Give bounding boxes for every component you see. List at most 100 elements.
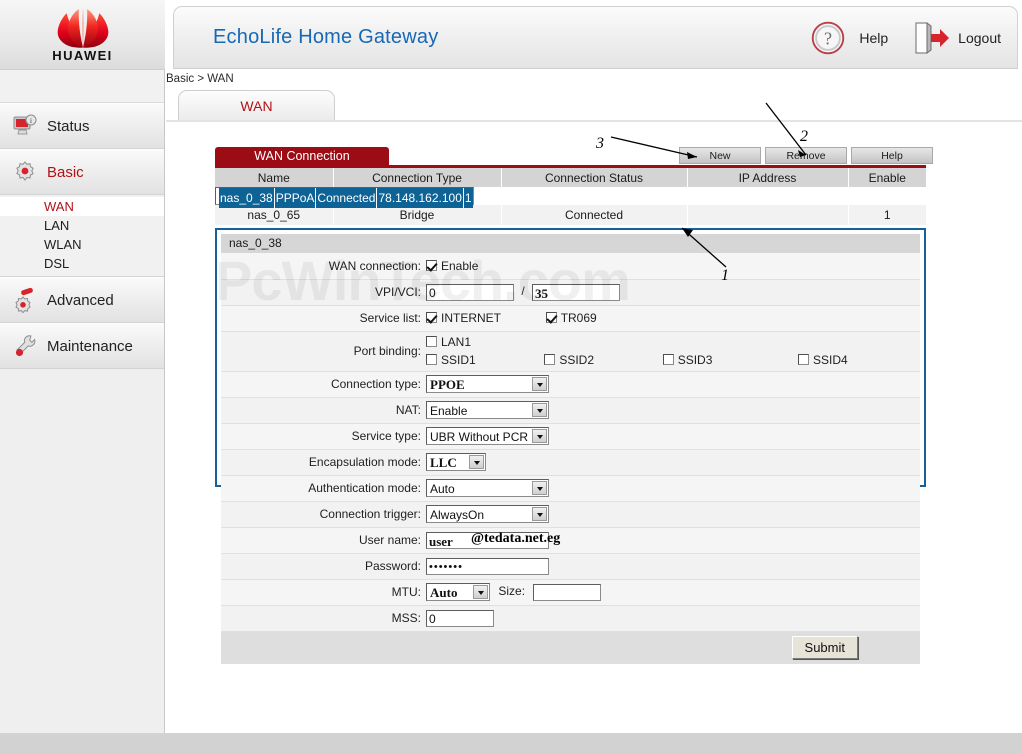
- vci-input[interactable]: 35: [532, 284, 620, 301]
- service-tr069-checkbox[interactable]: [546, 312, 557, 323]
- port-binding-ssid1-label: SSID1: [441, 353, 476, 367]
- sidebar-item-status[interactable]: i Status: [0, 103, 164, 149]
- svg-text:?: ?: [824, 28, 832, 48]
- svg-text:i: i: [30, 117, 32, 125]
- label-password: Password:: [221, 553, 426, 579]
- sidebar-item-maintenance[interactable]: Maintenance: [0, 323, 164, 369]
- nat-select[interactable]: Enable: [426, 401, 549, 419]
- cell-connection-status: Connected: [501, 205, 687, 225]
- chevron-down-icon[interactable]: [469, 455, 484, 469]
- label-service-list: Service list:: [221, 305, 426, 331]
- service-type-select[interactable]: UBR Without PCR: [426, 427, 549, 445]
- service-internet-label: INTERNET: [441, 311, 501, 325]
- row-connection-trigger: Connection trigger: AlwaysOn: [221, 501, 920, 527]
- chevron-down-icon[interactable]: [532, 507, 547, 521]
- sidebar-item-advanced[interactable]: Advanced: [0, 277, 164, 323]
- row-nat: NAT: Enable: [221, 397, 920, 423]
- port-binding-ssid2-checkbox[interactable]: [544, 354, 555, 365]
- label-vpi-vci: VPI/VCI:: [221, 279, 426, 305]
- connection-trigger-select[interactable]: AlwaysOn: [426, 505, 549, 523]
- sidebar-subitem-dsl[interactable]: DSL: [0, 254, 164, 273]
- label-service-type: Service type:: [221, 423, 426, 449]
- cell-enable: 1: [848, 205, 926, 225]
- chevron-down-icon[interactable]: [473, 585, 488, 599]
- mss-input[interactable]: 0: [426, 610, 494, 627]
- table-row[interactable]: nas_0_38 PPPoA Connected 78.148.162.100 …: [215, 187, 474, 205]
- label-encapsulation-mode: Encapsulation mode:: [221, 449, 426, 475]
- service-internet-checkbox[interactable]: [426, 312, 437, 323]
- password-input[interactable]: •••••••: [426, 558, 549, 575]
- service-tr069-label: TR069: [561, 311, 597, 325]
- connection-type-select[interactable]: PPOE: [426, 375, 549, 393]
- sidebar-basic-submenu: WAN LAN WLAN DSL: [0, 195, 164, 277]
- label-connection-type: Connection type:: [221, 371, 426, 397]
- port-binding-lan1-label: LAN1: [441, 335, 471, 349]
- sidebar-item-status-label: Status: [47, 118, 90, 135]
- connection-type-value: PPOE: [430, 377, 465, 392]
- row-service-type: Service type: UBR Without PCR: [221, 423, 920, 449]
- label-port-binding: Port binding:: [221, 331, 426, 371]
- row-authentication-mode: Authentication mode: Auto: [221, 475, 920, 501]
- sidebar-subitem-wan[interactable]: WAN: [0, 197, 164, 216]
- cell-connection-status: Connected: [316, 188, 377, 208]
- service-type-value: UBR Without PCR: [430, 430, 528, 444]
- vpi-input[interactable]: 0: [426, 284, 514, 301]
- wan-connection-enable-checkbox[interactable]: [426, 260, 437, 271]
- remove-button[interactable]: Remove: [765, 147, 847, 164]
- row-mtu: MTU: Auto Size:: [221, 579, 920, 605]
- authentication-mode-value: Auto: [430, 482, 455, 496]
- sidebar-item-advanced-label: Advanced: [47, 292, 114, 309]
- port-binding-ssid4-checkbox[interactable]: [798, 354, 809, 365]
- authentication-mode-select[interactable]: Auto: [426, 479, 549, 497]
- user-name-annotation: @tedata.net.eg: [471, 531, 560, 547]
- logout-link[interactable]: Logout: [958, 30, 1001, 46]
- sidebar-item-basic[interactable]: Basic: [0, 149, 164, 195]
- port-binding-ssid3-checkbox[interactable]: [663, 354, 674, 365]
- label-wan-connection: WAN connection:: [221, 253, 426, 279]
- help-link[interactable]: Help: [859, 30, 888, 46]
- row-password: Password: •••••••: [221, 553, 920, 579]
- bottom-strip: [0, 733, 1022, 754]
- encapsulation-mode-select[interactable]: LLC: [426, 453, 486, 471]
- mtu-size-input[interactable]: [533, 584, 601, 601]
- detail-connection-name: nas_0_38: [221, 234, 920, 253]
- sidebar-item-basic-label: Basic: [47, 164, 84, 181]
- cell-connection-type: Bridge: [333, 205, 501, 225]
- chevron-down-icon[interactable]: [532, 481, 547, 495]
- page-title: EchoLife Home Gateway: [213, 26, 438, 49]
- label-user-name: User name:: [221, 527, 426, 553]
- port-binding-ssid1-checkbox[interactable]: [426, 354, 437, 365]
- chevron-down-icon[interactable]: [532, 403, 547, 417]
- cell-name: nas_0_38: [219, 188, 274, 208]
- chevron-down-icon[interactable]: [532, 377, 547, 391]
- sidebar-subitem-wlan[interactable]: WLAN: [0, 235, 164, 254]
- new-button[interactable]: New: [679, 147, 761, 164]
- mtu-select[interactable]: Auto: [426, 583, 490, 601]
- header-actions: ? Help Logout: [807, 17, 1017, 59]
- col-name: Name: [215, 168, 333, 187]
- chevron-down-icon[interactable]: [532, 429, 547, 443]
- row-encapsulation-mode: Encapsulation mode: LLC: [221, 449, 920, 475]
- question-mark-icon[interactable]: ?: [807, 17, 849, 59]
- label-connection-trigger: Connection trigger:: [221, 501, 426, 527]
- cell-ip-address: 78.148.162.100: [377, 188, 463, 208]
- submit-cell: Submit: [221, 631, 920, 663]
- submit-button[interactable]: Submit: [792, 636, 858, 659]
- logout-door-arrow-icon[interactable]: [910, 20, 950, 56]
- port-binding-lan1-checkbox[interactable]: [426, 336, 437, 347]
- port-binding-ssid4-label: SSID4: [813, 353, 848, 367]
- cell-connection-type: PPPoA: [274, 188, 316, 208]
- sidebar: HUAWEI i Status Basic WAN LAN WLAN: [0, 0, 165, 733]
- sidebar-item-maintenance-label: Maintenance: [47, 338, 133, 355]
- gear-tools-icon: [12, 287, 38, 313]
- sidebar-subitem-lan[interactable]: LAN: [0, 216, 164, 235]
- tab-strip: WAN: [166, 90, 1022, 122]
- wan-detail-panel: nas_0_38 WAN connection: Enable VPI/VCI:…: [215, 228, 926, 487]
- label-mss: MSS:: [221, 605, 426, 631]
- table-row[interactable]: nas_0_65 Bridge Connected 1: [215, 205, 926, 225]
- help-button[interactable]: Help: [851, 147, 933, 164]
- row-submit: Submit: [221, 631, 920, 663]
- tab-wan[interactable]: WAN: [178, 90, 335, 120]
- sidebar-spacer: [0, 70, 164, 103]
- row-service-list: Service list: INTERNET TR069: [221, 305, 920, 331]
